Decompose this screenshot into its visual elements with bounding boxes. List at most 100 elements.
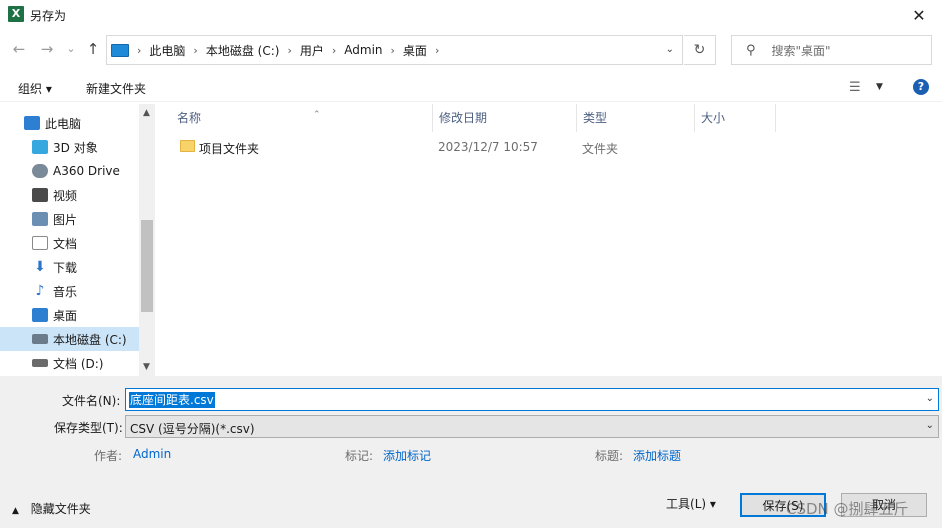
nav-item-pictures[interactable]: 图片	[0, 207, 139, 231]
navigation-pane: 此电脑 3D 对象 A360 Drive 视频 图片 文档 ⬇ 下载 ♪ 音乐	[0, 104, 155, 376]
nav-item-label: 桌面	[53, 308, 78, 323]
hide-folders-toggle[interactable]: ▲ 隐藏文件夹	[12, 500, 91, 517]
nav-item-music[interactable]: ♪ 音乐	[0, 279, 139, 303]
nav-item-documents-d[interactable]: 文档 (D:)	[0, 351, 139, 375]
cloud-drive-icon	[32, 164, 48, 178]
organize-menu-button[interactable]: 组织 ▾	[18, 80, 52, 97]
column-header-label: 大小	[701, 111, 726, 125]
command-toolbar: 组织 ▾ 新建文件夹 ☰ ▼ ?	[0, 74, 942, 102]
column-header-size[interactable]: 大小	[695, 104, 776, 132]
cube-3d-icon	[32, 140, 48, 154]
title-label: 标题:	[595, 449, 624, 463]
chevron-down-icon[interactable]: ▼	[876, 82, 883, 92]
back-button[interactable]: ←	[10, 39, 28, 59]
download-arrow-icon: ⬇	[34, 259, 46, 275]
breadcrumb-this-pc[interactable]: 此电脑	[149, 42, 185, 59]
nav-item-videos[interactable]: 视频	[0, 183, 139, 207]
nav-item-label: 图片	[53, 212, 78, 227]
music-note-icon: ♪	[35, 283, 45, 299]
tools-menu-button[interactable]: 工具(L) ▾	[650, 493, 732, 517]
chevron-down-icon[interactable]: ⌄	[926, 393, 934, 404]
breadcrumb-separator-icon[interactable]: ›	[391, 44, 395, 57]
desktop-icon	[32, 308, 48, 322]
navigation-bar: ← → ⌄ ↑ › 此电脑 › 本地磁盘 (C:) › 用户 › Admin ›…	[0, 32, 942, 66]
scroll-up-icon[interactable]: ▲	[143, 108, 150, 118]
save-as-dialog: X 另存为 ✕ ← → ⌄ ↑ › 此电脑 › 本地磁盘 (C:) › 用户 ›…	[0, 0, 942, 528]
new-folder-button[interactable]: 新建文件夹	[86, 80, 146, 97]
nav-item-desktop[interactable]: 桌面	[0, 303, 139, 327]
filename-value[interactable]: 底座间距表.csv	[129, 392, 215, 408]
picture-icon	[32, 212, 48, 226]
refresh-button[interactable]: ↻	[684, 35, 716, 65]
film-icon	[32, 188, 48, 202]
breadcrumb-separator-icon[interactable]: ›	[137, 44, 141, 57]
author-field[interactable]: Admin	[133, 447, 171, 461]
column-header-type[interactable]: 类型	[577, 104, 695, 132]
nav-item-this-pc[interactable]: 此电脑	[0, 111, 139, 135]
nav-item-a360-drive[interactable]: A360 Drive	[0, 159, 139, 183]
address-bar[interactable]: › 此电脑 › 本地磁盘 (C:) › 用户 › Admin › 桌面 › ⌄	[106, 35, 683, 65]
title-field[interactable]: 添加标题	[633, 447, 681, 464]
column-header-label: 类型	[583, 111, 608, 125]
chevron-up-icon: ▲	[12, 506, 19, 516]
chevron-down-icon[interactable]: ⌄	[926, 420, 934, 431]
folder-icon	[180, 140, 195, 152]
breadcrumb-separator-icon[interactable]: ›	[435, 44, 439, 57]
save-form: 文件名(N): 底座间距表.csv ⌄ 保存类型(T): CSV (逗号分隔)(…	[0, 376, 942, 528]
scroll-down-icon[interactable]: ▼	[143, 362, 150, 372]
view-options-icon[interactable]: ☰	[849, 80, 861, 95]
chevron-down-icon[interactable]: ⌄	[666, 44, 674, 55]
filetype-select[interactable]: CSV (逗号分隔)(*.csv) ⌄	[125, 415, 939, 438]
computer-icon	[111, 43, 129, 57]
breadcrumb-separator-icon[interactable]: ›	[332, 44, 336, 57]
breadcrumb-separator-icon[interactable]: ›	[193, 44, 197, 57]
breadcrumb-desktop[interactable]: 桌面	[403, 42, 427, 59]
hide-folders-label: 隐藏文件夹	[30, 502, 91, 516]
nav-item-label: 3D 对象	[53, 140, 98, 155]
forward-button[interactable]: →	[38, 39, 56, 59]
breadcrumb-local-disk[interactable]: 本地磁盘 (C:)	[206, 42, 280, 59]
watermark: CSDN @捌肆五斤	[786, 500, 909, 518]
column-header-name[interactable]: ⌃ 名称	[171, 104, 433, 132]
file-modified: 2023/12/7 10:57	[438, 140, 538, 154]
column-header-label: 修改日期	[439, 111, 488, 125]
nav-item-label: 本地磁盘 (C:)	[53, 332, 127, 347]
filename-label: 文件名(N):	[62, 394, 121, 408]
breadcrumb-separator-icon[interactable]: ›	[287, 44, 291, 57]
close-button[interactable]: ✕	[896, 0, 942, 30]
nav-item-label: 文档	[53, 236, 78, 251]
column-header-modified[interactable]: 修改日期	[433, 104, 577, 132]
breadcrumb-users[interactable]: 用户	[300, 42, 324, 59]
nav-item-label: A360 Drive	[53, 164, 120, 178]
nav-item-local-disk-c[interactable]: 本地磁盘 (C:)	[0, 327, 139, 351]
windows-drive-icon	[32, 334, 48, 344]
nav-pane-scrollbar[interactable]: ▲ ▼	[139, 104, 155, 376]
tags-field[interactable]: 添加标记	[383, 447, 431, 464]
tags-label: 标记:	[345, 449, 374, 463]
file-list: ⌃ 名称 修改日期 类型 大小 项目文件夹 2023/12/7 10:57 文件…	[156, 104, 942, 376]
search-placeholder: 搜索"桌面"	[771, 43, 831, 58]
excel-app-icon: X	[8, 6, 24, 22]
breadcrumb-admin[interactable]: Admin	[344, 43, 382, 57]
up-folder-button[interactable]: ↑	[84, 39, 102, 59]
help-icon[interactable]: ?	[913, 79, 929, 95]
nav-item-label: 文档 (D:)	[53, 356, 104, 371]
nav-item-label: 视频	[53, 188, 78, 203]
search-icon: ⚲	[746, 42, 756, 58]
nav-item-3d-objects[interactable]: 3D 对象	[0, 135, 139, 159]
nav-item-label: 此电脑	[45, 116, 82, 131]
filename-input[interactable]: 底座间距表.csv ⌄	[125, 388, 939, 411]
filetype-value: CSV (逗号分隔)(*.csv)	[130, 422, 255, 436]
sort-up-icon: ⌃	[313, 110, 321, 120]
scrollbar-thumb[interactable]	[141, 220, 153, 312]
search-box[interactable]: ⚲ 搜索"桌面"	[731, 35, 932, 65]
file-type: 文件夹	[582, 142, 619, 156]
file-row[interactable]: 项目文件夹 2023/12/7 10:57 文件夹	[156, 137, 942, 159]
column-header-label: 名称	[177, 111, 202, 125]
nav-item-label: 音乐	[53, 284, 78, 299]
filetype-label: 保存类型(T):	[54, 421, 123, 435]
recent-locations-button[interactable]: ⌄	[62, 39, 80, 59]
nav-item-documents[interactable]: 文档	[0, 231, 139, 255]
nav-item-downloads[interactable]: ⬇ 下载	[0, 255, 139, 279]
dialog-title: 另存为	[30, 9, 67, 23]
